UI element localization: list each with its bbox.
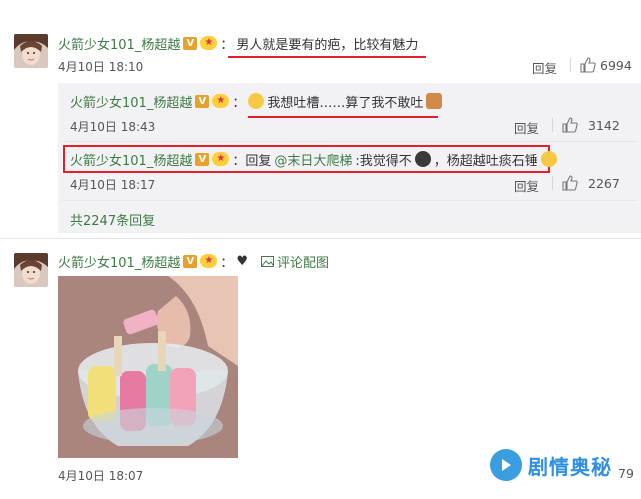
heart-text: ♥ xyxy=(236,253,248,269)
image-icon xyxy=(261,255,274,267)
comment-header: 火箭少女101_杨超越 V ★ ： ♥ 评论配图 xyxy=(58,252,329,271)
username-link[interactable]: 火箭少女101_杨超越 xyxy=(70,150,192,169)
like-count: 3142 xyxy=(588,118,620,133)
thumbs-up-icon[interactable] xyxy=(580,57,596,73)
mention-link[interactable]: @末日大爬梯 xyxy=(274,150,352,169)
reply-divider xyxy=(62,141,637,142)
comment-header: 火箭少女101_杨超越 V ★ ： 男人就是要有的疤，比较有魅力 xyxy=(58,34,419,53)
star-badge-icon: ★ xyxy=(212,152,230,166)
username-link[interactable]: 火箭少女101_杨超越 xyxy=(70,92,192,111)
colon: ： xyxy=(220,255,234,271)
reply-button[interactable]: 回复 xyxy=(532,58,557,77)
partial-like-count: 79 xyxy=(618,466,634,481)
reply-header: 火箭少女101_杨超越 V ★ ：回复 @末日大爬梯 :我觉得不 ，杨超越吐痰石… xyxy=(70,150,557,169)
emoji-icon xyxy=(248,93,265,109)
star-badge-icon: ★ xyxy=(200,36,218,50)
colon: ： xyxy=(220,37,234,53)
comment-divider xyxy=(0,238,641,239)
reply-button[interactable]: 回复 xyxy=(514,118,539,137)
v-verified-icon: V xyxy=(183,254,198,268)
watermark: 剧情奥秘 xyxy=(490,449,612,481)
thumbs-up-icon[interactable] xyxy=(562,117,578,133)
emoji-icon xyxy=(414,151,431,167)
divider xyxy=(552,118,553,132)
v-verified-icon: V xyxy=(183,36,198,50)
reply-text: ，杨超越吐痰石锤 xyxy=(433,153,538,169)
play-icon xyxy=(490,449,522,481)
reply-header: 火箭少女101_杨超越 V ★ ： 我想吐槽……算了我不敢吐 xyxy=(70,92,443,111)
pic-link-label: 评论配图 xyxy=(277,255,330,271)
divider xyxy=(552,176,553,190)
highlight-underline xyxy=(248,116,438,118)
comment-image[interactable] xyxy=(58,276,238,458)
laughing-emoji-icon xyxy=(540,151,557,167)
reply-time: 4月10日 18:43 xyxy=(70,120,156,134)
star-badge-icon: ★ xyxy=(212,94,230,108)
like-count: 6994 xyxy=(600,58,632,73)
v-verified-icon: V xyxy=(195,152,210,166)
like-count: 2267 xyxy=(588,176,620,191)
highlight-underline xyxy=(228,56,426,58)
watermark-text: 剧情奥秘 xyxy=(528,454,612,479)
cat-emoji-icon xyxy=(426,93,443,109)
v-verified-icon: V xyxy=(195,94,210,108)
reply-button[interactable]: 回复 xyxy=(514,176,539,195)
username-link[interactable]: 火箭少女101_杨超越 xyxy=(58,252,180,271)
star-badge-icon: ★ xyxy=(200,254,218,268)
colon: ： xyxy=(232,95,246,111)
comment-time: 4月10日 18:07 xyxy=(58,469,144,483)
avatar[interactable] xyxy=(14,253,48,287)
pic-link[interactable]: 评论配图 xyxy=(261,252,329,271)
avatar[interactable] xyxy=(14,34,48,68)
comment-time: 4月10日 18:10 xyxy=(58,60,144,74)
divider xyxy=(570,58,571,72)
reply-text: :我觉得不 xyxy=(355,153,412,169)
reply-prefix: ：回复 xyxy=(232,153,272,169)
more-replies-link[interactable]: 共2247条回复 xyxy=(70,210,155,229)
reply-time: 4月10日 18:17 xyxy=(70,178,156,192)
reply-text: 我想吐槽……算了我不敢吐 xyxy=(267,95,424,111)
username-link[interactable]: 火箭少女101_杨超越 xyxy=(58,34,180,53)
thumbs-up-icon[interactable] xyxy=(562,175,578,191)
reply-divider xyxy=(62,200,637,201)
comment-text: 男人就是要有的疤，比较有魅力 xyxy=(236,37,419,53)
